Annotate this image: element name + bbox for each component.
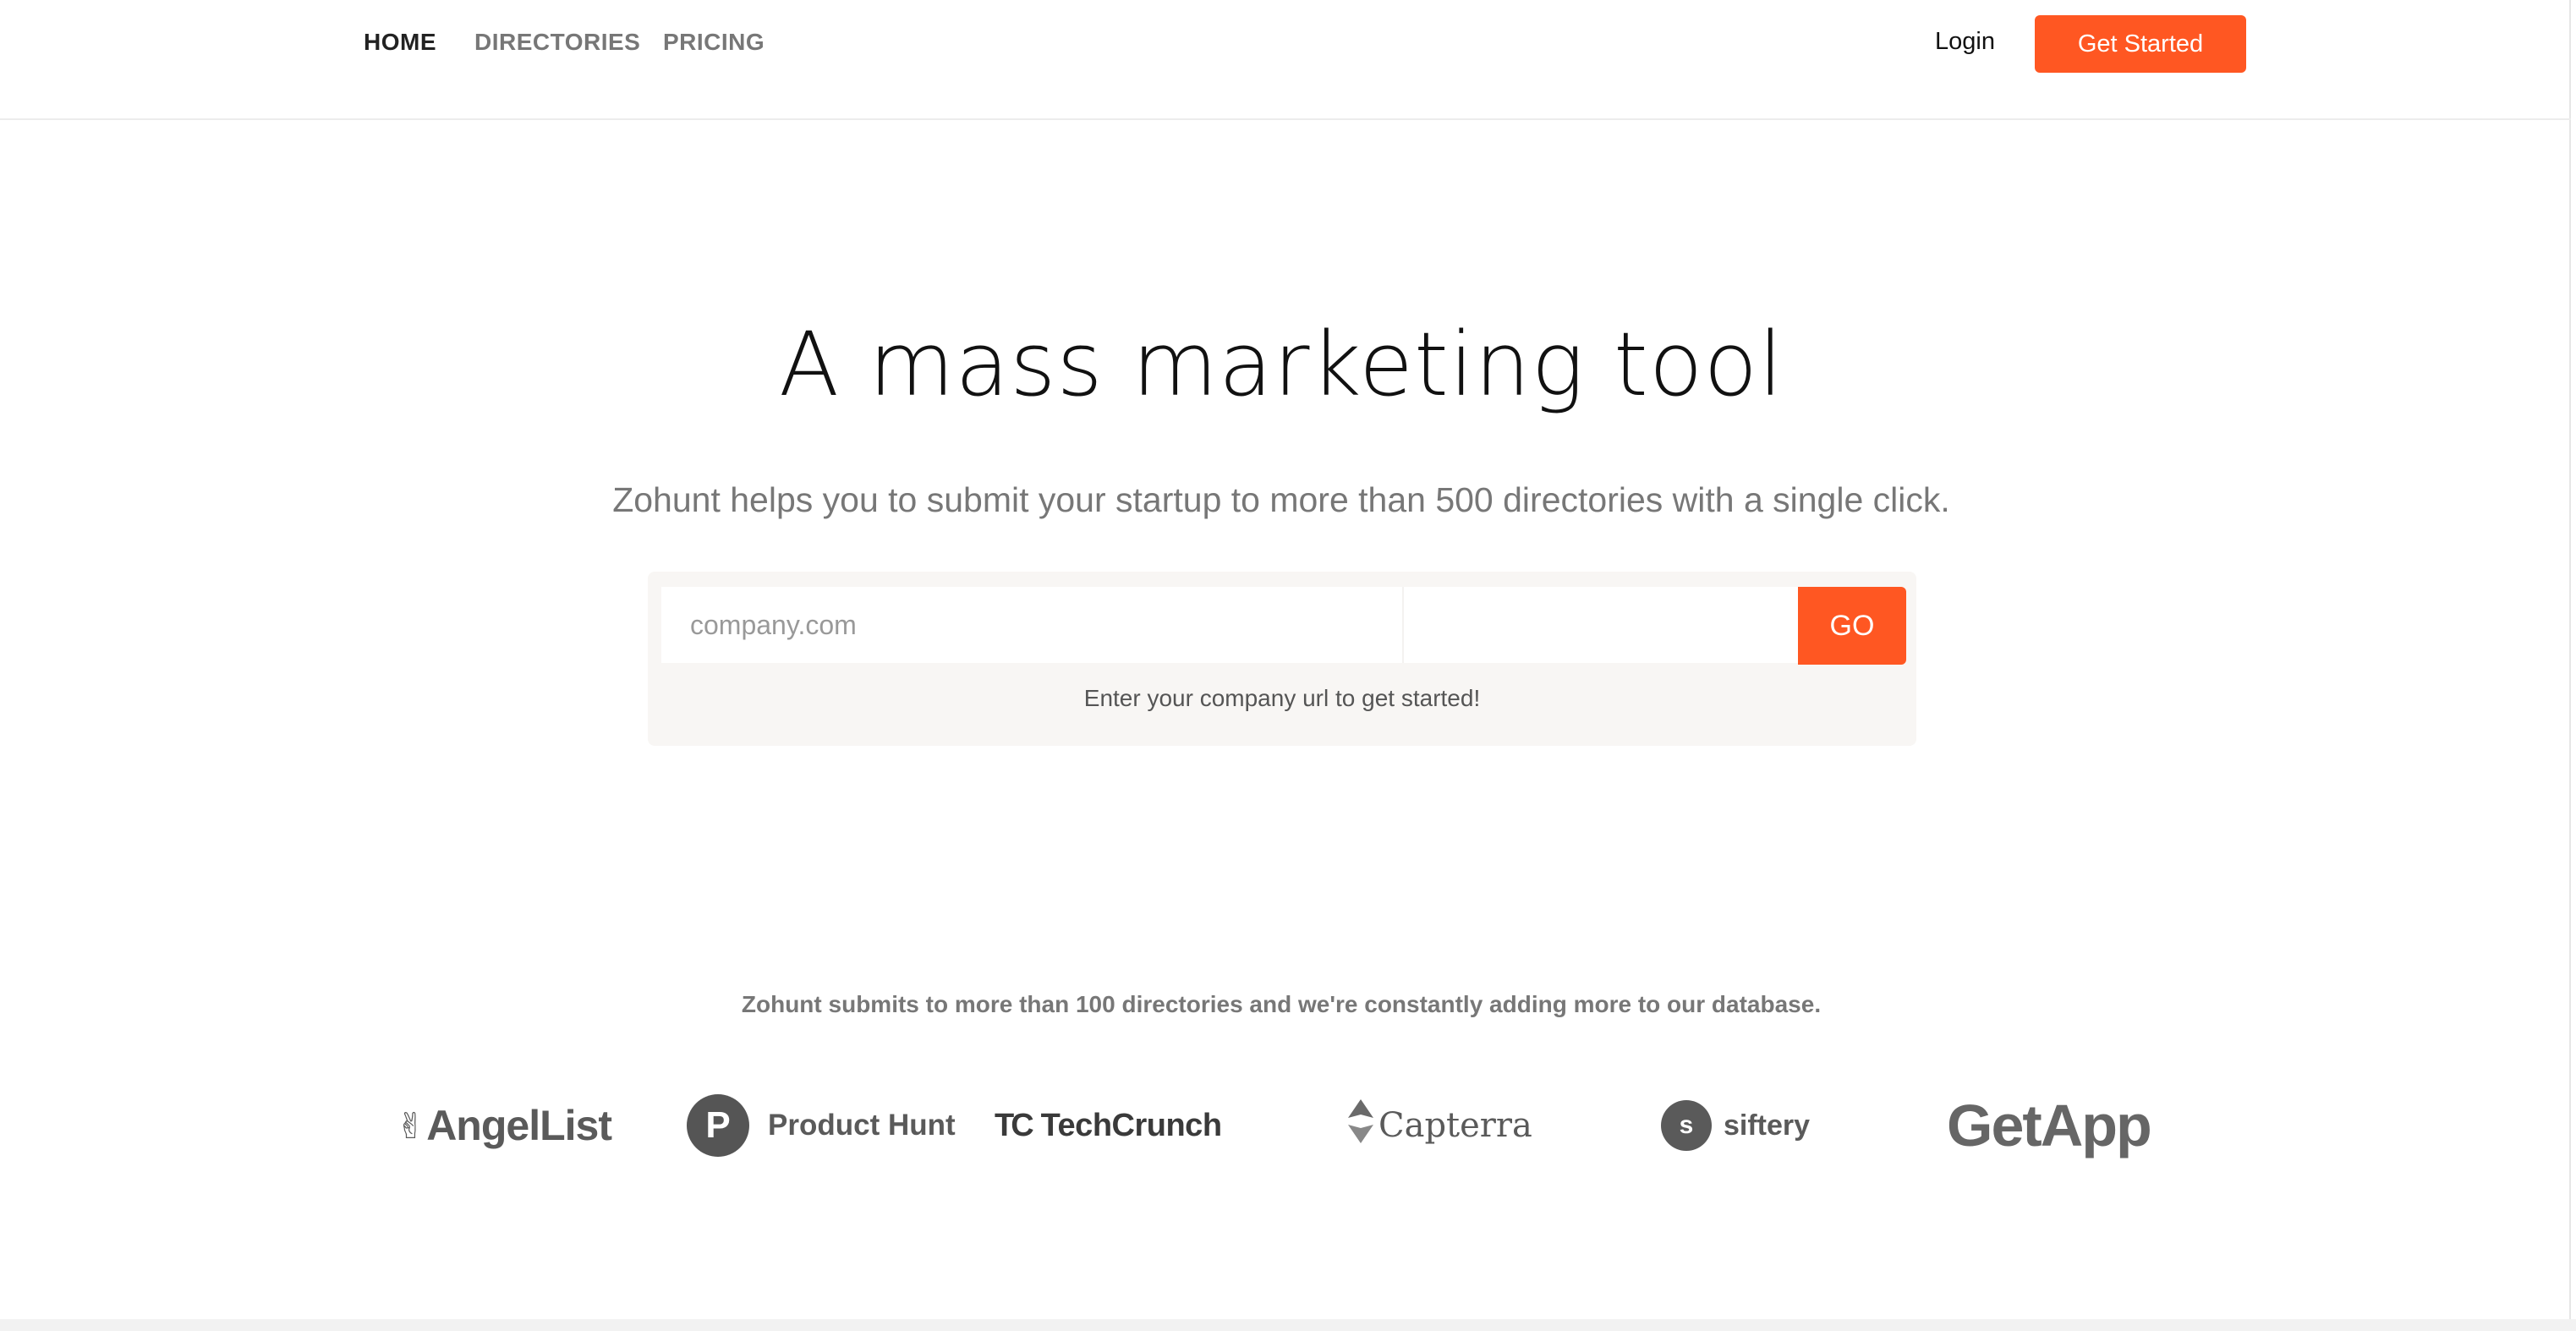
nav-directories-link[interactable]: DIRECTORIES [474,29,640,56]
techcrunch-tc-icon: TC [995,1107,1034,1143]
angellist-logo-text: AngelList [426,1102,612,1149]
getapp-logo-text: GetApp [1947,1093,2152,1158]
get-started-button[interactable]: Get Started [2035,15,2246,73]
capterra-logo: Capterra [1348,1091,1532,1160]
hero-title: A mass marketing tool [779,313,1784,416]
siftery-logo-text: siftery [1724,1109,1811,1142]
go-button[interactable]: GO [1798,587,1906,665]
page: HOME DIRECTORIES PRICING Login Get Start… [0,0,2576,1331]
techcrunch-logo: TC TechCrunch [995,1091,1222,1160]
nav-pricing-link[interactable]: PRICING [663,29,765,56]
capterra-logo-text: Capterra [1378,1106,1532,1145]
login-link[interactable]: Login [1935,28,1995,56]
hero-subtitle: Zohunt helps you to submit your startup … [612,480,1950,519]
siftery-s-icon: s [1661,1100,1712,1151]
scrollbar-grip-icon[interactable]: ⋮ [2571,63,2576,81]
getapp-logo: GetApp [1947,1091,2152,1160]
input-divider [1402,587,1404,663]
product-hunt-logo-text: Product Hunt [768,1109,956,1142]
siftery-logo: s siftery [1661,1091,1810,1160]
top-navbar: HOME DIRECTORIES PRICING Login Get Start… [0,0,2571,120]
nav-home-link[interactable]: HOME [364,29,436,56]
victory-hand-icon: ✌ [396,1105,425,1146]
url-signup-form: GO Enter your company url to get started… [648,572,1916,746]
techcrunch-logo-text: TechCrunch [1040,1107,1222,1143]
angellist-logo: ✌ AngelList [396,1091,612,1160]
product-hunt-p-icon: P [687,1094,749,1157]
capterra-arrow-icon [1348,1099,1378,1152]
company-url-input[interactable] [661,587,1798,663]
form-hint-text: Enter your company url to get started! [1083,685,1481,711]
directories-caption: Zohunt submits to more than 100 director… [741,991,1822,1017]
page-bottom-strip [0,1319,2576,1331]
product-hunt-logo: P Product Hunt [687,1091,956,1160]
browser-viewport: HOME DIRECTORIES PRICING Login Get Start… [0,0,2571,1319]
